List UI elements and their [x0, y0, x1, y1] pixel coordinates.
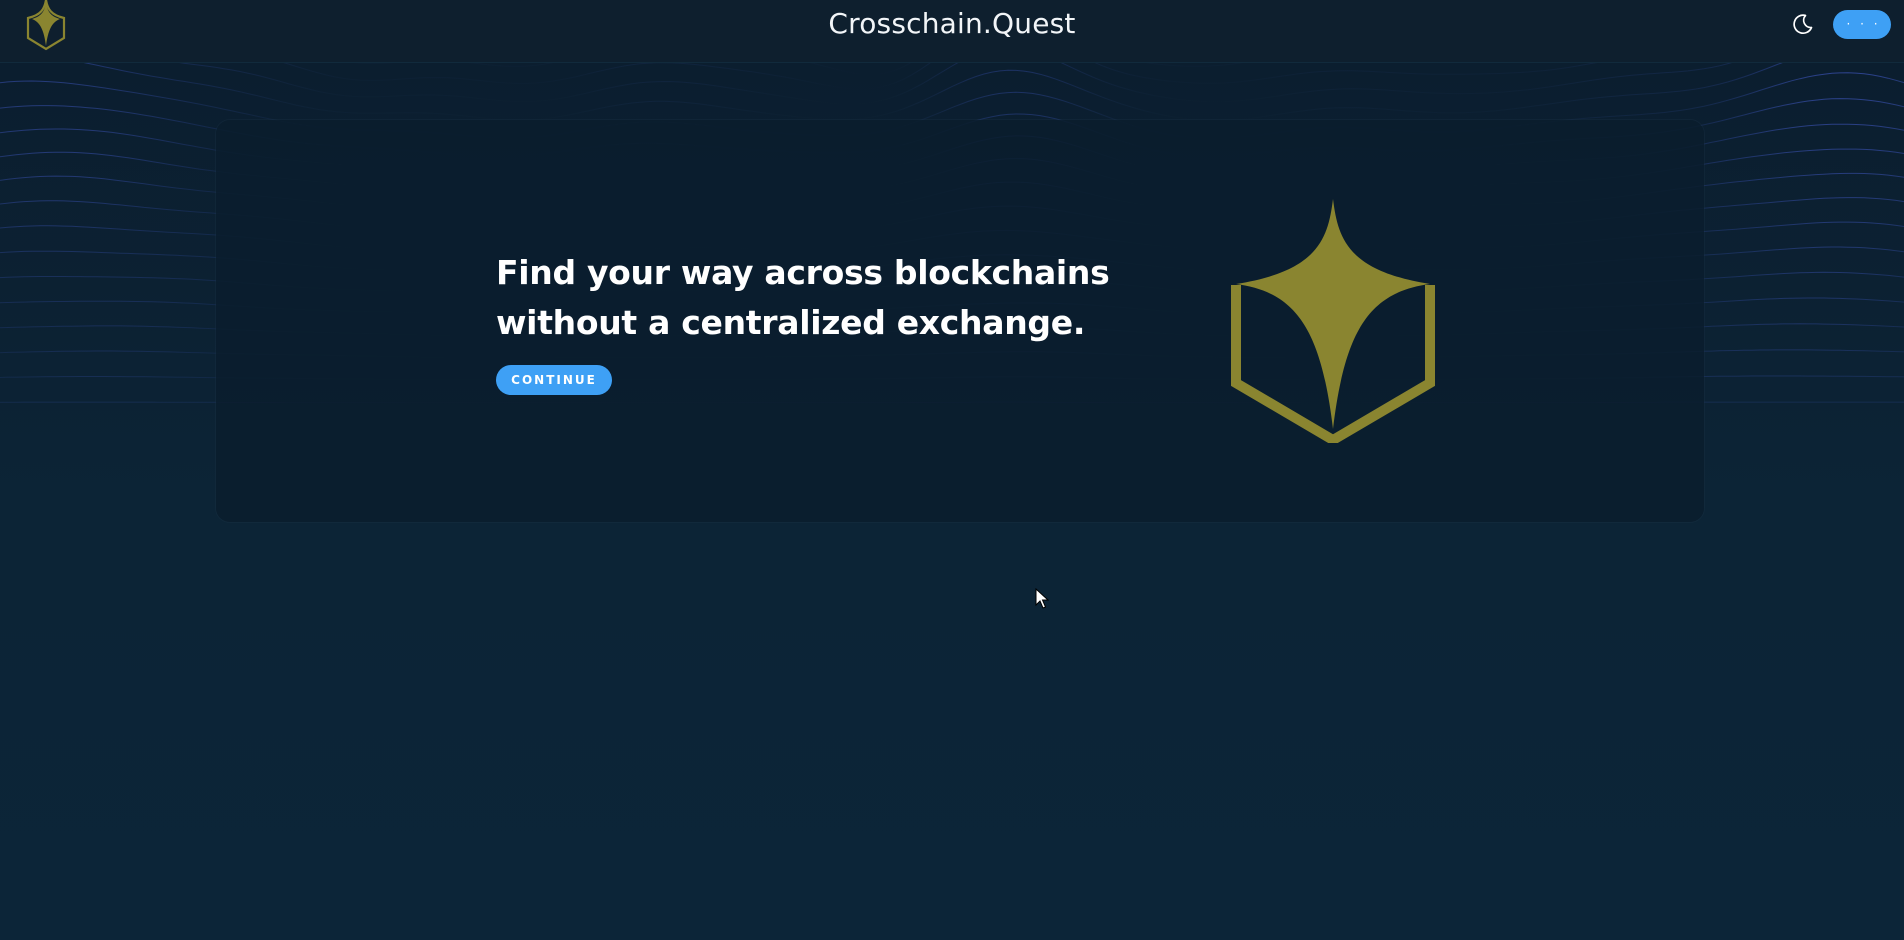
continue-button[interactable]: CONTINUE — [496, 365, 612, 395]
site-title[interactable]: Crosschain.Quest — [0, 7, 1904, 40]
crosschain-quest-star-emblem-icon — [1231, 199, 1435, 443]
mouse-cursor-icon — [1035, 588, 1049, 609]
more-menu-button[interactable]: · · · — [1833, 10, 1891, 39]
page: Crosschain.Quest · · · Find your way acr… — [0, 0, 1904, 940]
moon-icon[interactable] — [1789, 11, 1815, 37]
hero-heading: Find your way across blockchains without… — [496, 253, 1110, 342]
top-navbar: Crosschain.Quest · · · — [0, 0, 1904, 63]
